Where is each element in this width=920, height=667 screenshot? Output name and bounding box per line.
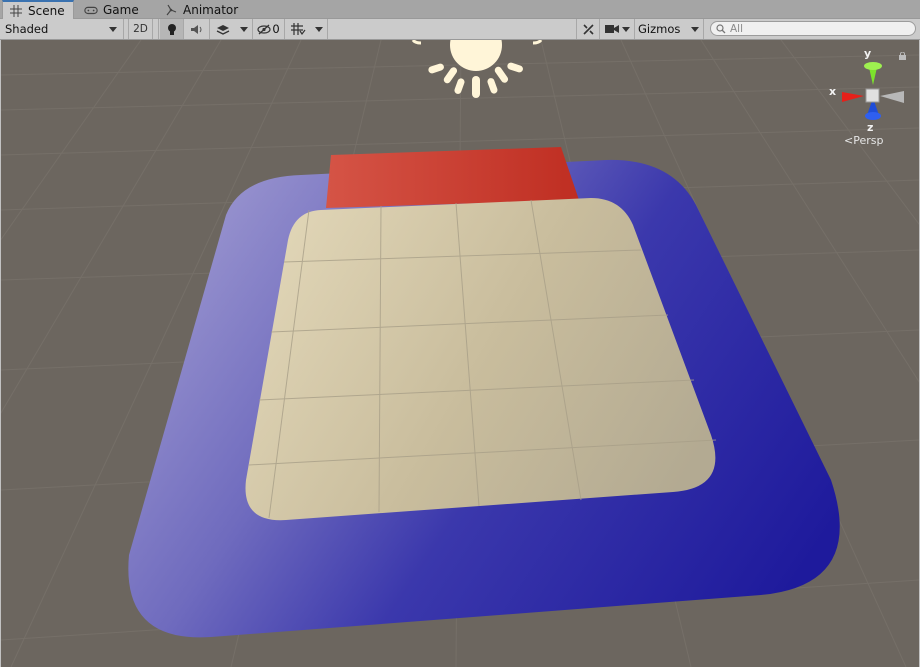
grid-toggle[interactable] xyxy=(285,19,311,39)
gizmo-axis-y: y xyxy=(864,47,872,60)
tools-toggle[interactable] xyxy=(576,19,600,39)
toolbar-divider xyxy=(153,19,159,39)
lighting-toggle[interactable] xyxy=(160,19,184,39)
speaker-icon xyxy=(191,24,202,34)
tab-animator-label: Animator xyxy=(183,2,239,17)
gizmos-label: Gizmos xyxy=(638,22,681,36)
tab-game-label: Game xyxy=(103,2,139,17)
lightbulb-icon xyxy=(167,23,176,35)
tab-animator[interactable]: Animator xyxy=(158,0,246,19)
layers-icon xyxy=(216,25,230,35)
gamepad-icon xyxy=(84,6,98,14)
camera-settings[interactable] xyxy=(600,19,635,39)
eye-slash-icon xyxy=(257,24,271,34)
tab-bar: Scene Game Animator xyxy=(0,0,920,20)
gizmos-button[interactable]: Gizmos xyxy=(635,19,686,39)
lock-icon[interactable] xyxy=(898,52,907,60)
directional-light-sun xyxy=(411,40,543,98)
camera-icon xyxy=(604,25,619,33)
mode-2d-label: 2D xyxy=(133,23,148,35)
grid-snap-icon xyxy=(291,23,306,36)
tab-scene[interactable]: Scene xyxy=(2,0,74,20)
tab-scene-label: Scene xyxy=(28,4,65,18)
grid-dropdown[interactable] xyxy=(311,19,328,39)
audio-toggle[interactable] xyxy=(184,19,210,39)
gizmo-axis-z: z xyxy=(867,121,874,134)
grid-icon xyxy=(10,5,22,17)
animator-icon xyxy=(166,4,177,15)
chevron-down-icon xyxy=(690,26,699,32)
gizmo-axis-x: x xyxy=(829,85,837,98)
scene-search-input[interactable]: All xyxy=(710,21,916,36)
scene-canvas[interactable] xyxy=(1,40,919,667)
hidden-count: 0 xyxy=(272,22,280,36)
perspective-icon: < xyxy=(844,134,854,147)
search-placeholder: All xyxy=(730,22,744,35)
red-block xyxy=(326,147,579,208)
draw-mode-dropdown[interactable]: Shaded xyxy=(0,19,124,39)
draw-mode-label: Shaded xyxy=(5,22,49,36)
chevron-down-icon xyxy=(621,26,630,32)
effects-dropdown[interactable] xyxy=(236,19,253,39)
gizmos-dropdown[interactable] xyxy=(686,19,704,39)
mode-2d-toggle[interactable]: 2D xyxy=(129,19,153,39)
tab-game[interactable]: Game xyxy=(78,0,147,19)
projection-label: Persp xyxy=(853,134,884,147)
scene-viewport[interactable] xyxy=(1,40,919,667)
effects-toggle[interactable] xyxy=(210,19,236,39)
scene-toolbar: Shaded 2D 0 Gizmos All xyxy=(0,19,920,40)
tools-icon xyxy=(582,23,594,35)
search-icon xyxy=(716,23,726,33)
projection-toggle[interactable]: <Persp xyxy=(844,134,883,147)
chevron-down-icon xyxy=(109,26,117,32)
chevron-down-icon xyxy=(240,26,248,32)
chevron-down-icon xyxy=(315,26,323,32)
hidden-objects-toggle[interactable]: 0 xyxy=(253,19,285,39)
